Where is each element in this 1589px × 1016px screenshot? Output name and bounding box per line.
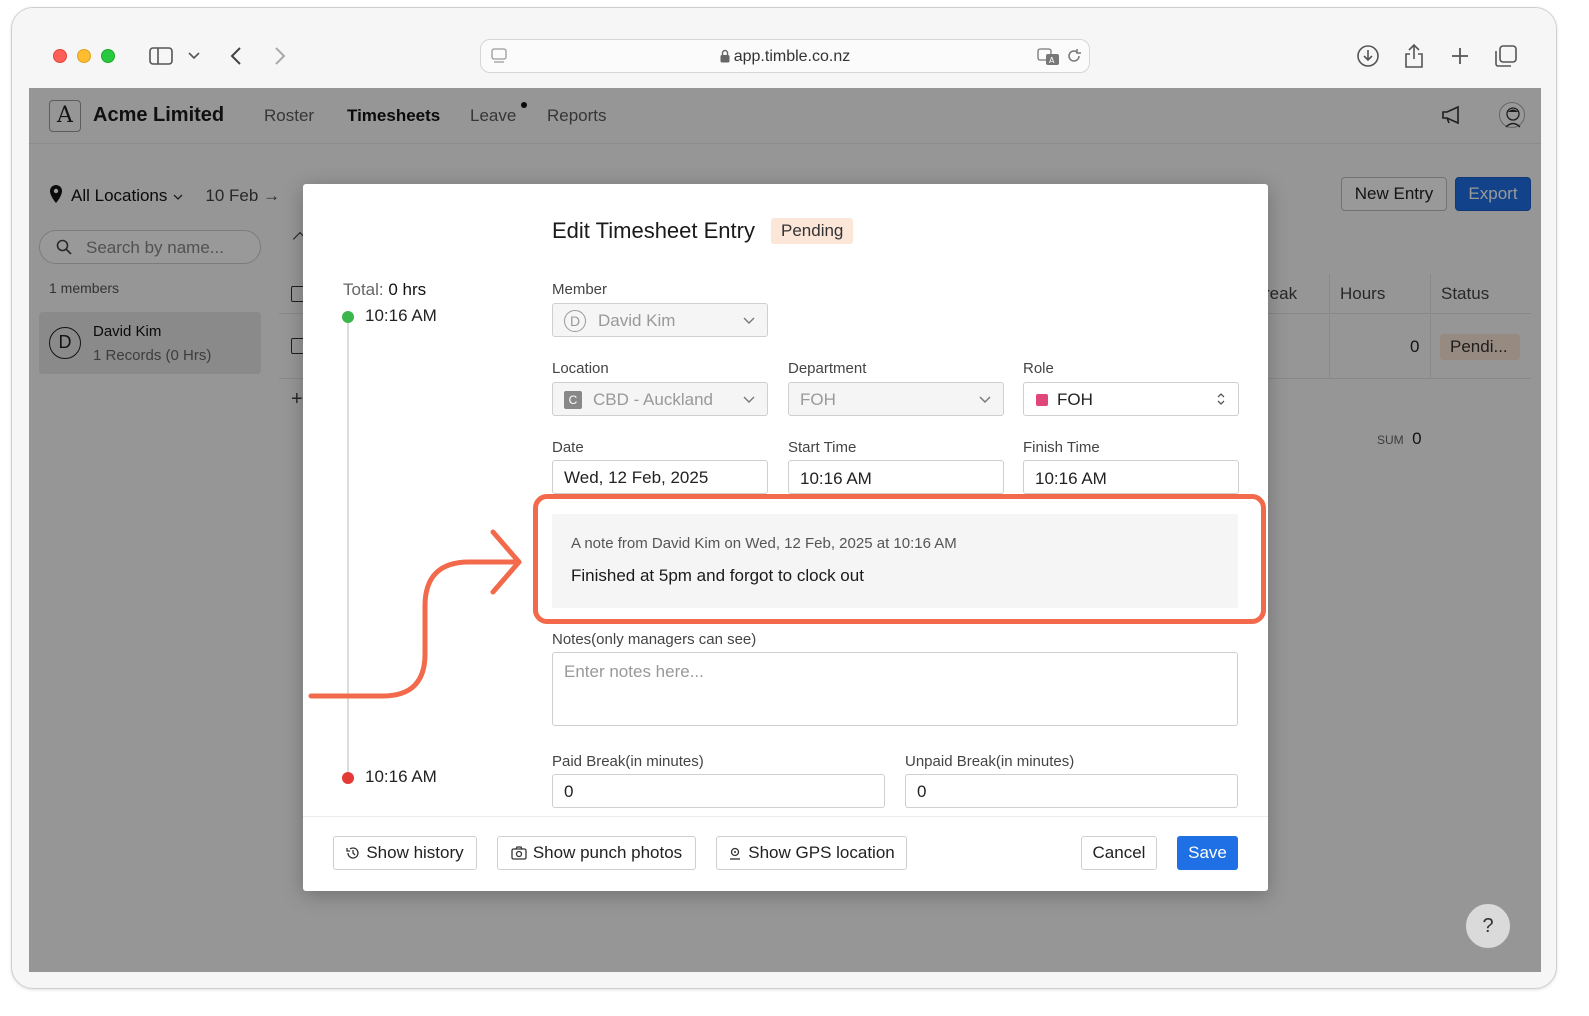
paid-break-label: Paid Break(in minutes) [552,753,704,770]
close-window-button[interactable] [53,49,67,63]
member-label: Member [552,281,608,298]
show-gps-location-button[interactable]: Show GPS location [716,836,907,870]
zoom-window-button[interactable] [101,49,115,63]
start-time-input[interactable]: 10:16 AM [788,460,1004,494]
chevron-down-icon [743,317,755,324]
finish-time-label: Finish Time [1023,439,1100,456]
role-value: FOH [1057,390,1093,409]
role-select[interactable]: FOH [1023,382,1239,416]
show-history-label: Show history [366,843,464,862]
unpaid-break-value: 0 [917,782,927,801]
total-value: 0 hrs [388,280,427,299]
url-text: app.timble.co.nz [481,48,1089,68]
start-dot-icon [342,311,354,323]
date-input[interactable]: Wed, 12 Feb, 2025 [552,460,768,494]
history-icon [346,847,359,859]
help-button[interactable]: ? [1465,903,1511,949]
sidebar-toggle-icon[interactable] [147,42,175,70]
back-icon[interactable] [226,42,246,70]
reload-icon[interactable] [1066,48,1082,69]
show-gps-location-label: Show GPS location [748,843,895,862]
updown-chevron-icon [1217,393,1225,405]
notes-label: Notes(only managers can see) [552,631,757,648]
timeline-end: 10:16 AM [365,767,437,786]
minimize-window-button[interactable] [77,49,91,63]
download-icon[interactable] [1355,42,1381,70]
location-badge: C [564,391,582,409]
notes-textarea[interactable]: Enter notes here... [552,652,1238,726]
end-dot-icon [342,772,354,784]
location-select[interactable]: C CBD - Auckland [552,382,768,416]
paid-break-value: 0 [564,782,574,801]
department-select[interactable]: FOH [788,382,1004,416]
role-label: Role [1023,360,1054,377]
date-value: Wed, 12 Feb, 2025 [564,468,709,487]
modal-footer-divider [303,816,1268,817]
paid-break-input[interactable]: 0 [552,774,885,808]
chevron-down-icon [743,396,755,403]
unpaid-break-label: Unpaid Break(in minutes) [905,753,1075,770]
address-bar[interactable]: app.timble.co.nz A [480,39,1090,73]
date-label: Date [552,439,584,456]
start-time-value: 10:16 AM [800,469,872,488]
total-label: Total: [343,280,384,299]
chevron-down-icon [979,396,991,403]
notes-placeholder: Enter notes here... [564,662,704,681]
avatar: D [564,310,586,332]
app-viewport: A Acme Limited Roster Timesheets Leave R… [29,88,1541,972]
location-value: CBD - Auckland [593,390,713,409]
location-icon [730,847,741,860]
callout-arrow-icon [308,529,522,699]
timeline-start: 10:16 AM [365,306,437,325]
new-tab-icon[interactable] [1448,42,1472,70]
status-badge: Pending [771,218,854,244]
note-highlight-frame [533,494,1266,624]
timeline-total: Total: 0 hrs [343,280,426,300]
camera-icon [511,846,527,860]
forward-icon[interactable] [270,42,290,70]
url-label: app.timble.co.nz [733,48,851,65]
browser-window: app.timble.co.nz A A Acme Limited Roster [11,7,1557,989]
tab-overview-icon[interactable] [1493,42,1519,70]
start-time-label: Start Time [788,439,857,456]
unpaid-break-input[interactable]: 0 [905,774,1238,808]
save-button[interactable]: Save [1177,836,1238,870]
share-icon[interactable] [1401,42,1427,70]
show-punch-photos-button[interactable]: Show punch photos [497,836,696,870]
modal-title: Edit Timesheet Entry [552,218,755,243]
finish-time-value: 10:16 AM [1035,469,1107,488]
cancel-button[interactable]: Cancel [1081,836,1157,870]
department-value: FOH [800,390,836,409]
member-select[interactable]: D David Kim [552,303,768,337]
show-punch-photos-label: Show punch photos [532,843,683,862]
role-color-swatch [1036,394,1048,406]
location-label: Location [552,360,609,377]
svg-text:A: A [1049,56,1055,65]
lock-icon [720,49,730,68]
browser-titlebar: app.timble.co.nz A [12,8,1556,88]
translate-icon[interactable]: A [1037,48,1061,71]
edit-timesheet-modal: Edit Timesheet Entry Pending Total: 0 hr… [303,184,1268,891]
chevron-down-icon[interactable] [186,42,202,70]
department-label: Department [788,360,867,377]
member-value: David Kim [598,311,676,330]
finish-time-input[interactable]: 10:16 AM [1023,460,1239,494]
show-history-button[interactable]: Show history [333,836,477,870]
